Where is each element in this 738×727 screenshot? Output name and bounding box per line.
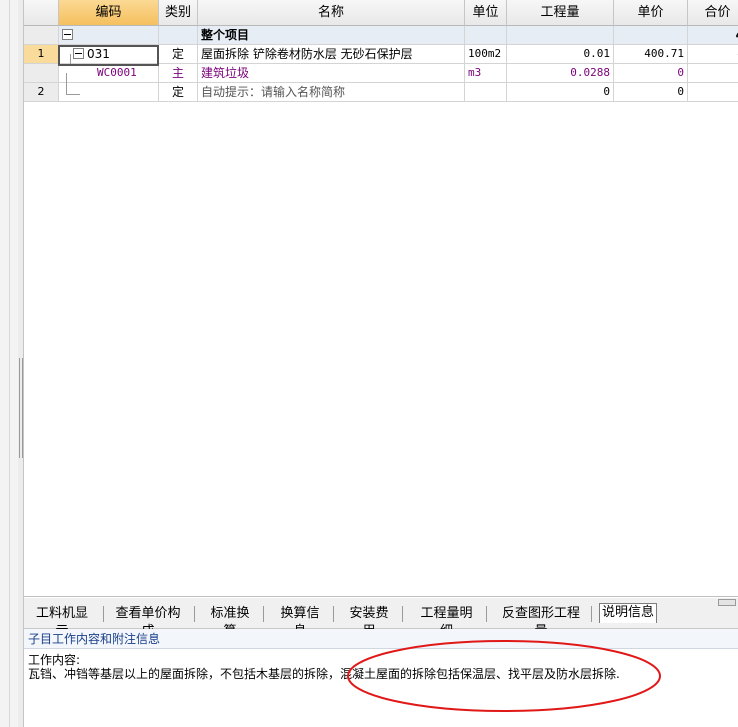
row-3-name[interactable]: 自动提示：请输入名称简称 <box>198 83 465 102</box>
section-row-total[interactable]: 4 <box>688 26 738 45</box>
tab-separator <box>103 606 104 622</box>
collapse-toggle-icon[interactable] <box>73 48 84 59</box>
tab-3[interactable]: 标准换算 <box>204 605 256 639</box>
collapse-toggle-icon[interactable] <box>62 29 73 40</box>
row-2-name[interactable]: 建筑垃圾 <box>198 64 465 83</box>
row-1-code[interactable]: 031 <box>59 45 159 64</box>
section-row-cell[interactable] <box>159 26 198 45</box>
section-row-cell[interactable] <box>507 26 614 45</box>
tab-2[interactable]: 查看单价构成 <box>109 605 187 639</box>
row-2-quantity[interactable]: 0.0288 <box>507 64 614 83</box>
row-2-unit[interactable]: m3 <box>465 64 507 83</box>
row-3-category[interactable]: 定 <box>159 83 198 102</box>
tab-separator <box>194 606 195 622</box>
section-row-cell[interactable] <box>614 26 688 45</box>
tree-line <box>66 94 80 95</box>
section-row-cell[interactable] <box>24 26 59 45</box>
tab-separator <box>402 606 403 622</box>
row-number[interactable]: 1 <box>24 45 59 64</box>
tab-separator <box>486 606 487 622</box>
row-3-quantity[interactable]: 0 <box>507 83 614 102</box>
quota-grid: 编码类别名称单位工程量单价合价整个项目 4 1 031 定屋面拆除 铲除卷材防水层 无砂… <box>24 0 738 597</box>
tree-line <box>66 73 67 94</box>
row-2-category[interactable]: 主 <box>159 64 198 83</box>
row-1-unit[interactable]: 100m2 <box>465 45 507 64</box>
tab-bar: 工料机显示查看单价构成标准换算换算信息安装费用工程量明细反查图形工程量说明信息 <box>24 598 738 639</box>
tab-5[interactable]: 安装费用 <box>343 605 395 639</box>
row-2-total[interactable] <box>688 64 738 83</box>
info-panel-body: 工作内容: 瓦铛、冲铛等基层以上的屋面拆除，不包括木基层的拆除，混凝土屋面的拆除… <box>24 649 738 727</box>
row-2-unit_price[interactable]: 0 <box>614 64 688 83</box>
row-3-total[interactable] <box>688 83 738 102</box>
row-1-total[interactable]: 4 <box>688 45 738 64</box>
tab-7[interactable]: 反查图形工程量 <box>496 605 586 639</box>
row-1-name[interactable]: 屋面拆除 铲除卷材防水层 无砂石保护层 <box>198 45 465 64</box>
splitter-grip[interactable] <box>19 358 23 458</box>
row-3-unit_price[interactable]: 0 <box>614 83 688 102</box>
tab-4[interactable]: 换算信息 <box>274 605 326 639</box>
tree-line <box>70 65 84 66</box>
header-col-unit[interactable]: 单位 <box>465 0 507 26</box>
tab-1[interactable]: 工料机显示 <box>28 605 96 639</box>
left-panel <box>0 0 19 727</box>
header-col-quantity[interactable]: 工程量 <box>507 0 614 26</box>
row-3-unit[interactable] <box>465 83 507 102</box>
row-3-code[interactable] <box>59 83 159 102</box>
tab-separator <box>591 606 592 622</box>
header-col-unit-price[interactable]: 单价 <box>614 0 688 26</box>
section-row-cell[interactable] <box>59 26 159 45</box>
row-number[interactable] <box>24 64 59 83</box>
header-col-total[interactable]: 合价 <box>688 0 738 26</box>
row-1-unit_price[interactable]: 400.71 <box>614 45 688 64</box>
header-col-category[interactable]: 类别 <box>159 0 198 26</box>
tab-6[interactable]: 工程量明细 <box>414 605 479 639</box>
row-1-category[interactable]: 定 <box>159 45 198 64</box>
header-col-name[interactable]: 名称 <box>198 0 465 26</box>
tabbar-scroll-handle[interactable] <box>718 599 736 606</box>
info-panel-title: 子目工作内容和附注信息 <box>28 632 161 646</box>
row-number[interactable]: 2 <box>24 83 59 102</box>
section-row-name[interactable]: 整个项目 <box>198 26 465 45</box>
header-col-code[interactable]: 编码 <box>59 0 159 26</box>
code-text: 031 <box>87 47 110 61</box>
tab-8[interactable]: 说明信息 <box>599 603 657 623</box>
main-area: 编码类别名称单位工程量单价合价整个项目 4 1 031 定屋面拆除 铲除卷材防水层 无砂… <box>24 0 738 727</box>
section-row-cell[interactable] <box>465 26 507 45</box>
tab-separator <box>333 606 334 622</box>
row-2-code[interactable]: WC0001 <box>59 64 159 83</box>
work-content-text: 瓦铛、冲铛等基层以上的屋面拆除，不包括木基层的拆除，混凝土屋面的拆除包括保温层、… <box>28 667 620 681</box>
info-panel-header: 子目工作内容和附注信息 <box>24 629 738 649</box>
header-col-rownum[interactable] <box>24 0 59 26</box>
row-1-quantity[interactable]: 0.01 <box>507 45 614 64</box>
tab-separator <box>263 606 264 622</box>
